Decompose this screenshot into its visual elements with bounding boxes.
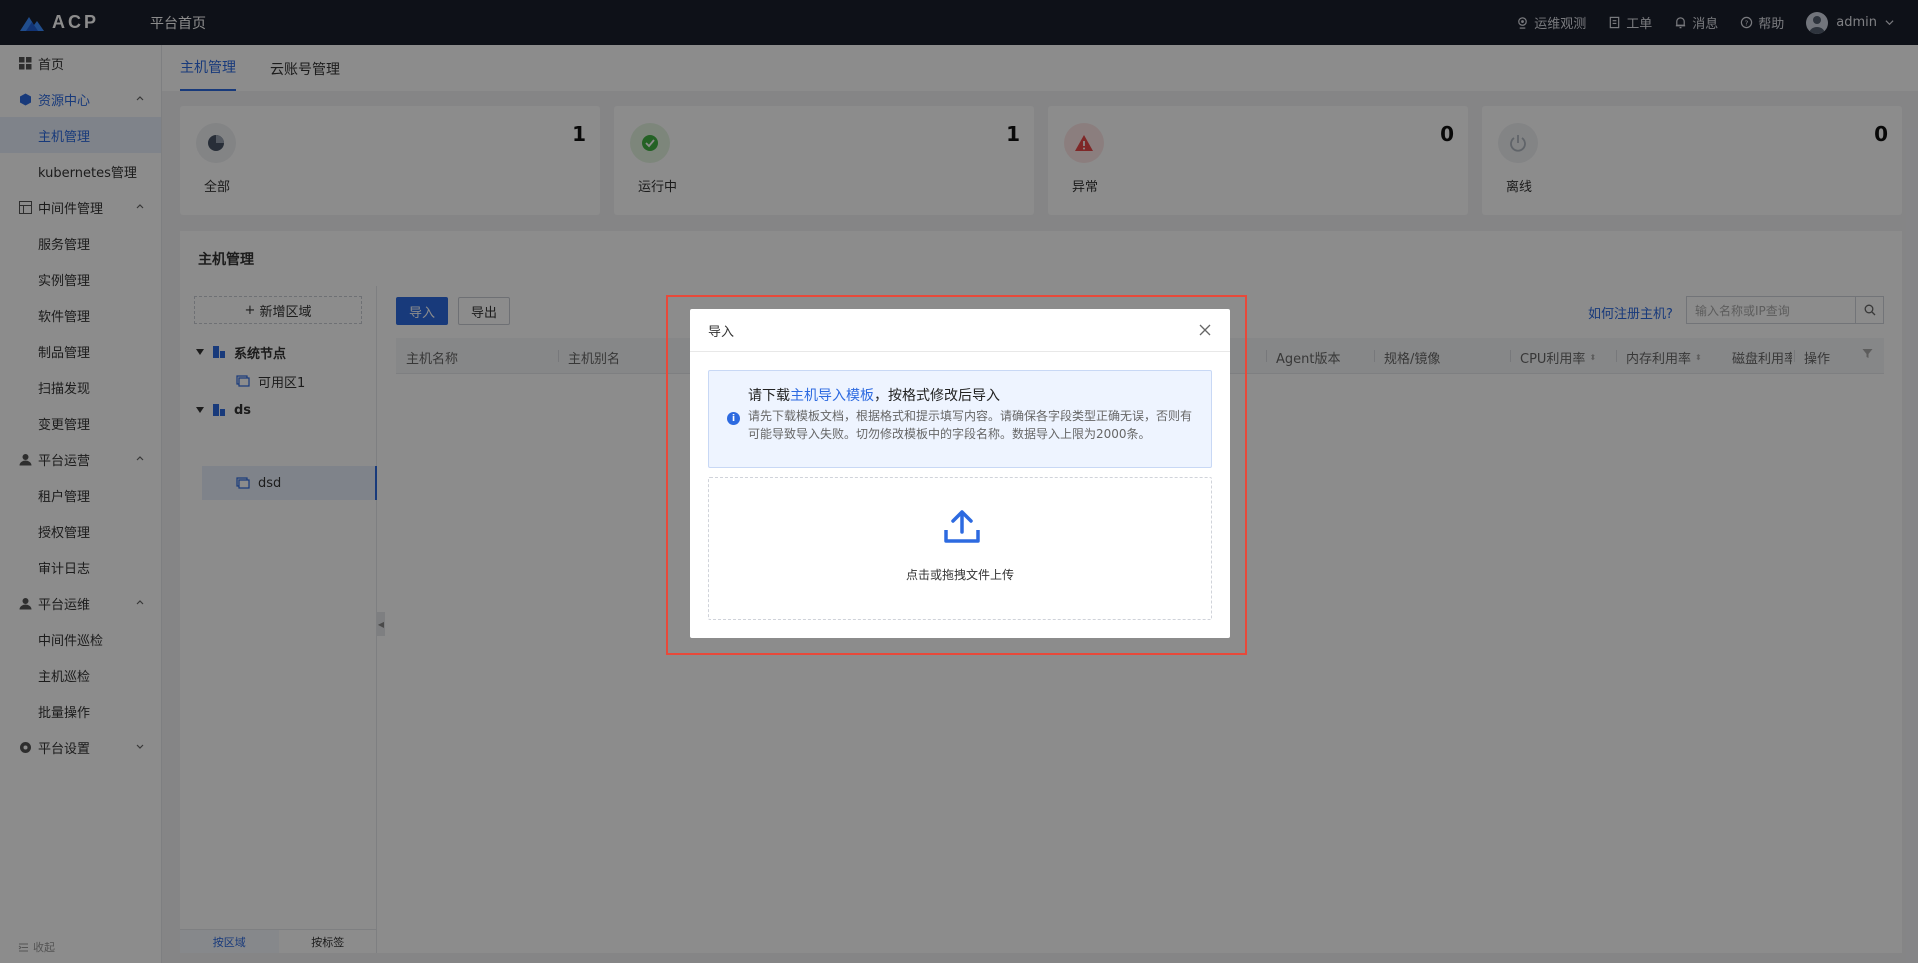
import-notice: i 请下载主机导入模板，按格式修改后导入 请先下载模板文档，根据格式和提示填写内… (708, 370, 1212, 468)
notice-suffix: ，按格式修改后导入 (874, 388, 1000, 404)
upload-dropzone[interactable]: 点击或拖拽文件上传 (708, 477, 1212, 620)
notice-title: 请下载主机导入模板，按格式修改后导入 (748, 385, 1000, 405)
modal-title: 导入 (708, 324, 735, 340)
import-modal: 导入 i 请下载主机导入模板，按格式修改后导入 请先下载模板文档，根据格式和提示… (690, 309, 1230, 638)
upload-text: 点击或拖拽文件上传 (905, 568, 1014, 582)
download-template-link[interactable]: 主机导入模板 (790, 388, 874, 404)
notice-description: 请先下载模板文档，根据格式和提示填写内容。请确保各字段类型正确无误，否则有可能导… (748, 409, 1193, 441)
info-icon: i (727, 412, 740, 425)
notice-prefix: 请下载 (748, 388, 790, 404)
close-icon[interactable] (1198, 323, 1212, 337)
modal-header: 导入 (690, 309, 1230, 352)
upload-icon (944, 510, 980, 543)
